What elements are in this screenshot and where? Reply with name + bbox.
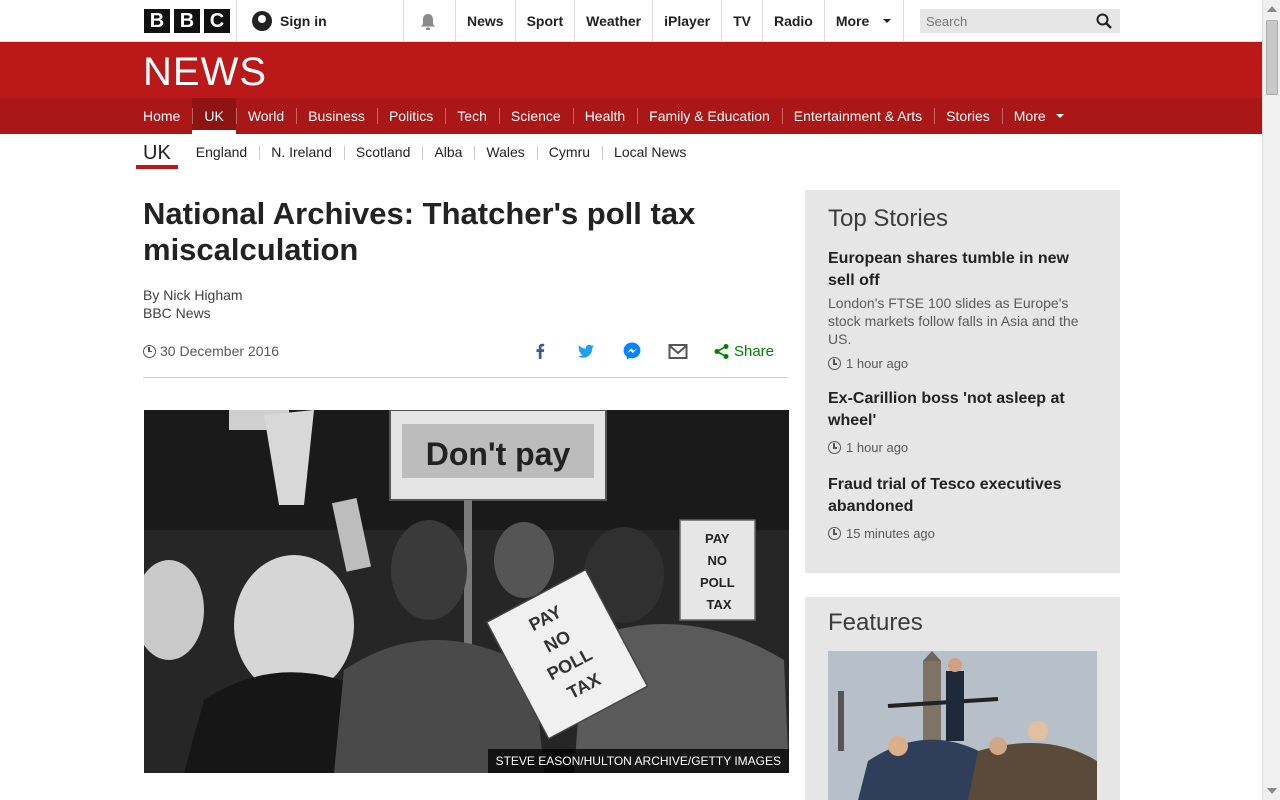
section-business[interactable]: Business bbox=[296, 98, 377, 134]
section-uk[interactable]: UK bbox=[192, 98, 237, 134]
section-science[interactable]: Science bbox=[498, 98, 573, 134]
section-health[interactable]: Health bbox=[572, 98, 637, 134]
nav-iplayer[interactable]: iPlayer bbox=[652, 0, 721, 42]
nav-radio[interactable]: Radio bbox=[761, 0, 824, 42]
top-story-time-text: 1 hour ago bbox=[846, 440, 909, 455]
top-story-time: 1 hour ago bbox=[828, 356, 1098, 371]
nav-sport[interactable]: Sport bbox=[514, 0, 575, 42]
divider bbox=[403, 0, 404, 42]
section-more-label: More bbox=[1013, 108, 1046, 124]
section-home[interactable]: Home bbox=[131, 98, 192, 134]
section-world[interactable]: World bbox=[235, 98, 296, 134]
bell-icon[interactable] bbox=[418, 12, 438, 32]
top-story-item[interactable]: Ex-Carillion boss 'not asleep at wheel' … bbox=[828, 388, 1098, 455]
feature-photo bbox=[828, 651, 1097, 800]
sub-nav-scotland[interactable]: Scotland bbox=[343, 144, 422, 160]
scrollbar-thumb[interactable] bbox=[1266, 20, 1278, 95]
sign-in-label: Sign in bbox=[280, 13, 327, 29]
byline: By Nick Higham BBC News bbox=[143, 286, 243, 322]
article-meta: 30 December 2016 Share bbox=[143, 338, 788, 378]
twitter-icon[interactable] bbox=[575, 340, 597, 362]
bbc-logo-letter: C bbox=[204, 9, 230, 33]
nav-news[interactable]: News bbox=[455, 0, 515, 42]
article-photo: Don't pay PAY NO POLL TAX PAY NO POLL TA… bbox=[144, 410, 789, 773]
divider bbox=[236, 0, 237, 42]
share-button[interactable]: Share bbox=[713, 343, 774, 360]
feature-image[interactable] bbox=[828, 651, 1097, 800]
section-family-education[interactable]: Family & Education bbox=[637, 98, 782, 134]
share-tools: Share bbox=[529, 340, 774, 362]
section-nav: Home UK World Business Politics Tech Sci… bbox=[0, 98, 1262, 134]
top-story-title[interactable]: European shares tumble in new sell off bbox=[828, 248, 1098, 292]
nav-tv[interactable]: TV bbox=[721, 0, 762, 42]
protest-photo: Don't pay PAY NO POLL TAX PAY NO POLL TA… bbox=[144, 410, 789, 773]
author-name: By Nick Higham bbox=[143, 287, 243, 303]
top-story-time: 15 minutes ago bbox=[828, 526, 1098, 541]
author-source: BBC News bbox=[143, 305, 211, 321]
facebook-icon[interactable] bbox=[529, 340, 551, 362]
clock-icon bbox=[828, 527, 841, 540]
image-credit: STEVE EASON/HULTON ARCHIVE/GETTY IMAGES bbox=[487, 749, 789, 773]
features-panel: Features bbox=[805, 597, 1120, 800]
sub-nav-title[interactable]: UK bbox=[136, 135, 178, 169]
account-icon bbox=[252, 11, 272, 31]
top-stories-heading: Top Stories bbox=[828, 205, 949, 232]
top-story-item[interactable]: European shares tumble in new sell off L… bbox=[828, 248, 1098, 371]
bbc-logo[interactable]: B B C bbox=[144, 9, 230, 33]
top-story-title[interactable]: Ex-Carillion boss 'not asleep at wheel' bbox=[828, 388, 1098, 432]
vertical-scrollbar[interactable] bbox=[1262, 0, 1280, 800]
article-headline: National Archives: Thatcher's poll tax m… bbox=[143, 196, 696, 267]
section-stories[interactable]: Stories bbox=[934, 98, 1002, 134]
features-heading: Features bbox=[828, 609, 923, 636]
clock-icon bbox=[143, 344, 156, 358]
section-tech[interactable]: Tech bbox=[445, 98, 499, 134]
nav-weather[interactable]: Weather bbox=[574, 0, 652, 42]
share-icon bbox=[714, 343, 729, 359]
publish-date-text: 30 December 2016 bbox=[160, 343, 280, 359]
sub-nav-n-ireland[interactable]: N. Ireland bbox=[259, 144, 344, 160]
global-header: B B C Sign in News Sport Weather iPlayer… bbox=[0, 0, 1262, 42]
sub-nav-local-news[interactable]: Local News bbox=[602, 144, 698, 160]
share-label: Share bbox=[733, 342, 774, 360]
clock-icon bbox=[828, 357, 841, 370]
scroll-up-arrow-icon[interactable] bbox=[1267, 6, 1277, 12]
sign-dont-pay: Don't pay bbox=[426, 436, 571, 472]
top-story-time-text: 15 minutes ago bbox=[846, 526, 935, 541]
top-story-time-text: 1 hour ago bbox=[846, 356, 909, 371]
bbc-logo-letter: B bbox=[174, 9, 200, 33]
search-input[interactable] bbox=[920, 9, 1090, 33]
section-more[interactable]: More bbox=[1001, 98, 1074, 134]
sub-nav-alba[interactable]: Alba bbox=[422, 144, 474, 160]
top-story-title[interactable]: Fraud trial of Tesco executives abandone… bbox=[828, 474, 1098, 518]
news-logo[interactable]: NEWS bbox=[143, 50, 267, 95]
sign-in-link[interactable]: Sign in bbox=[252, 11, 327, 31]
sub-nav-england[interactable]: England bbox=[184, 144, 259, 160]
sub-nav-wales[interactable]: Wales bbox=[474, 144, 536, 160]
sub-nav-cymru[interactable]: Cymru bbox=[536, 144, 602, 160]
search-icon[interactable] bbox=[1096, 13, 1112, 29]
top-story-summary: London's FTSE 100 slides as Europe's sto… bbox=[828, 295, 1079, 347]
news-banner: NEWS bbox=[0, 42, 1262, 98]
global-nav: News Sport Weather iPlayer TV Radio More bbox=[455, 0, 905, 42]
top-stories-panel: Top Stories European shares tumble in ne… bbox=[805, 190, 1120, 573]
messenger-icon[interactable] bbox=[621, 340, 643, 362]
section-entertainment-arts[interactable]: Entertainment & Arts bbox=[781, 98, 934, 134]
top-story-item[interactable]: Fraud trial of Tesco executives abandone… bbox=[828, 474, 1098, 541]
scroll-down-arrow-icon[interactable] bbox=[1267, 788, 1277, 794]
clock-icon bbox=[828, 441, 841, 454]
top-story-time: 1 hour ago bbox=[828, 440, 1098, 455]
sub-nav: UK England N. Ireland Scotland Alba Wale… bbox=[136, 134, 698, 170]
bbc-logo-letter: B bbox=[144, 9, 170, 33]
section-politics[interactable]: Politics bbox=[376, 98, 445, 134]
search-box bbox=[920, 9, 1120, 33]
caret-down-icon bbox=[1055, 114, 1064, 118]
email-icon[interactable] bbox=[667, 340, 689, 362]
publish-date: 30 December 2016 bbox=[143, 343, 279, 359]
nav-more[interactable]: More bbox=[823, 0, 905, 42]
